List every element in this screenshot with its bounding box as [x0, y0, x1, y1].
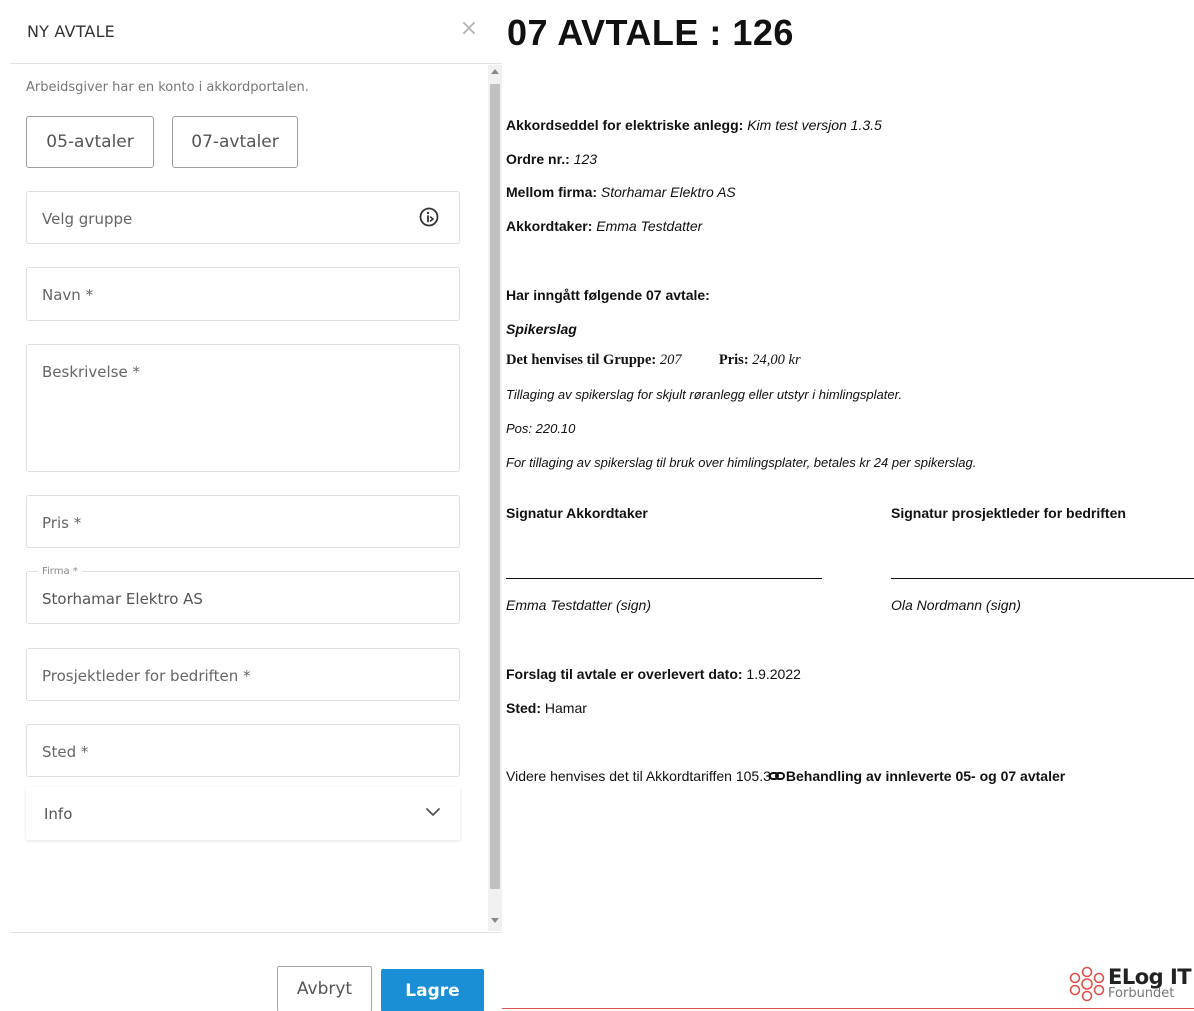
- scroll-up-arrow-icon[interactable]: [491, 69, 499, 74]
- elog-network-icon: [1069, 966, 1105, 1002]
- order-value: 123: [573, 151, 598, 167]
- signature-contractor-title: Signatur Akkordtaker: [506, 505, 648, 521]
- project-leader-placeholder: Prosjektleder for bedriften *: [42, 667, 251, 685]
- akkordseddel-line: Akkordseddel for elektriske anlegg: Kim …: [506, 117, 882, 133]
- logo-sub-text: Forbundet: [1108, 986, 1175, 1001]
- cancel-button[interactable]: Avbryt: [277, 966, 372, 1011]
- info-accordion[interactable]: Info: [26, 787, 460, 840]
- group-price-line: Det henvises til Gruppe: 207 Pris: 24,00…: [506, 352, 801, 369]
- description-field[interactable]: Beskrivelse *: [26, 344, 460, 472]
- scrollbar-thumb[interactable]: [490, 84, 500, 889]
- reference-link[interactable]: Behandling av innleverte 05- og 07 avtal…: [786, 768, 1065, 784]
- document-title: 07 AVTALE : 126: [507, 12, 794, 53]
- contractor-line: Akkordtaker: Emma Testdatter: [506, 218, 702, 234]
- agreement-heading: Har inngått følgende 07 avtale:: [506, 287, 710, 303]
- new-agreement-dialog: NY AVTALE × Arbeidsgiver har en konto i …: [10, 0, 502, 1011]
- delivered-label: Forslag til avtale er overlevert dato:: [506, 666, 743, 682]
- order-label: Ordre nr.:: [506, 151, 570, 167]
- contractor-value: Emma Testdatter: [596, 218, 703, 234]
- place-field-placeholder: Sted *: [42, 743, 89, 761]
- 07-agreements-button[interactable]: 07-avtaler: [172, 116, 298, 168]
- signature-leader-title: Signatur prosjektleder for bedriften: [891, 505, 1126, 521]
- company-line: Mellom firma: Storhamar Elektro AS: [506, 184, 736, 200]
- dialog-footer: Avbryt Lagre: [10, 932, 502, 1011]
- dialog-title: NY AVTALE: [27, 22, 115, 41]
- project-leader-field[interactable]: Prosjektleder for bedriften *: [26, 648, 460, 701]
- price-label: Pris:: [718, 352, 749, 368]
- info-accordion-title: Info: [44, 805, 73, 823]
- akkordseddel-value: Kim test versjon 1.3.5: [747, 117, 882, 133]
- footer-accent-rule: [502, 1008, 1194, 1009]
- place-value: Hamar: [544, 700, 587, 716]
- delivered-line: Forslag til avtale er overlevert dato: 1…: [506, 666, 801, 682]
- signature-line-contractor: [506, 578, 822, 579]
- company-label: Mellom firma:: [506, 184, 598, 200]
- group-label: Det henvises til Gruppe:: [506, 352, 657, 368]
- save-button[interactable]: Lagre: [381, 969, 484, 1011]
- akkordseddel-label: Akkordseddel for elektriske anlegg:: [506, 117, 744, 133]
- contractor-label: Akkordtaker:: [506, 218, 593, 234]
- account-hint: Arbeidsgiver har en konto i akkordportal…: [26, 80, 309, 95]
- company-field[interactable]: Firma * Storhamar Elektro AS: [26, 566, 460, 624]
- company-value: Storhamar Elektro AS: [600, 184, 736, 200]
- name-field-placeholder: Navn *: [42, 286, 94, 304]
- delivered-value: 1.9.2022: [746, 666, 801, 682]
- item-name: Spikerslag: [506, 321, 577, 337]
- reference-line: Videre henvises det til Akkordtariffen 1…: [506, 768, 1065, 784]
- agreement-preview: 07 AVTALE : 126 Akkordseddel for elektri…: [502, 0, 1194, 1011]
- dialog-header: NY AVTALE ×: [10, 0, 502, 64]
- group-select[interactable]: Velg gruppe: [26, 191, 460, 244]
- place-label: Sted:: [506, 700, 541, 716]
- close-icon[interactable]: ×: [458, 18, 480, 40]
- description-field-placeholder: Beskrivelse *: [42, 363, 140, 381]
- price-value: 24,00 kr: [752, 352, 801, 368]
- item-note: For tillaging av spikerslag til bruk ove…: [506, 455, 977, 470]
- 05-agreements-button[interactable]: 05-avtaler: [26, 116, 154, 168]
- signature-leader-name: Ola Nordmann (sign): [891, 597, 1021, 613]
- company-field-label: Firma *: [38, 566, 82, 577]
- item-name-line: Spikerslag: [506, 321, 577, 337]
- agreement-heading-text: Har inngått følgende 07 avtale:: [506, 287, 710, 303]
- signature-contractor-name: Emma Testdatter (sign): [506, 597, 651, 613]
- item-description: Tillaging av spikerslag for skjult røran…: [506, 387, 903, 402]
- signature-line-leader: [891, 578, 1194, 579]
- price-field-placeholder: Pris *: [42, 514, 82, 532]
- group-select-placeholder: Velg gruppe: [42, 210, 133, 228]
- order-line: Ordre nr.: 123: [506, 151, 597, 167]
- company-field-value: Storhamar Elektro AS: [42, 590, 203, 608]
- info-circle-icon[interactable]: [418, 206, 440, 228]
- dialog-body: Arbeidsgiver har en konto i akkordportal…: [10, 65, 502, 931]
- place-line: Sted: Hamar: [506, 700, 587, 716]
- item-position: Pos: 220.10: [506, 421, 576, 436]
- chevron-down-icon[interactable]: [425, 806, 441, 818]
- price-field[interactable]: Pris *: [26, 495, 460, 548]
- elog-it-logo: ELog IT Forbundet: [1066, 964, 1194, 1004]
- group-value: 207: [659, 352, 682, 368]
- link-icon: [768, 772, 785, 780]
- place-field[interactable]: Sted *: [26, 724, 460, 777]
- reference-text: Videre henvises det til Akkordtariffen 1…: [506, 768, 771, 784]
- dialog-scrollbar[interactable]: [488, 65, 502, 931]
- name-field[interactable]: Navn *: [26, 267, 460, 321]
- scroll-down-arrow-icon[interactable]: [491, 918, 499, 923]
